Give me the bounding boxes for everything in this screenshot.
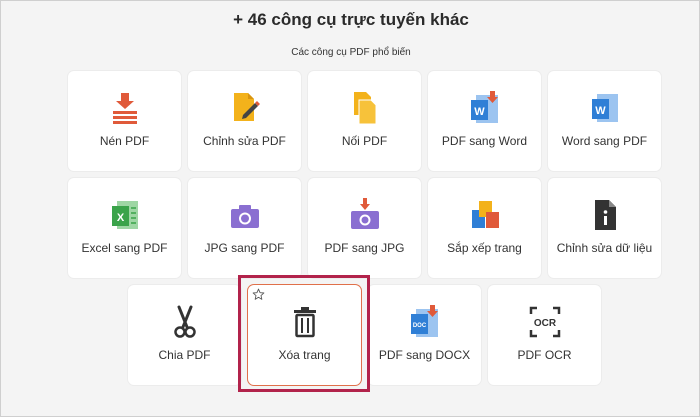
tool-label: PDF sang DOCX	[378, 348, 471, 362]
word-icon: W	[548, 91, 661, 125]
camera-icon	[188, 198, 301, 232]
edit-pdf-icon	[188, 91, 301, 125]
tool-label: Nén PDF	[99, 134, 150, 148]
tool-card-word-to-pdf[interactable]: W Word sang PDF	[548, 71, 661, 171]
tool-card-excel-to-pdf[interactable]: X Excel sang PDF	[68, 178, 181, 278]
svg-text:DOC: DOC	[412, 323, 426, 329]
scissors-icon	[128, 305, 241, 339]
pdf-to-word-icon: W	[428, 91, 541, 125]
tool-card-jpg-to-pdf[interactable]: JPG sang PDF	[188, 178, 301, 278]
tool-label: Excel sang PDF	[81, 241, 168, 255]
tool-label: JPG sang PDF	[204, 241, 285, 255]
svg-text:W: W	[595, 105, 606, 117]
tool-label: PDF OCR	[517, 348, 572, 362]
pdf-to-docx-icon: DOC	[368, 305, 481, 339]
svg-text:X: X	[116, 212, 124, 224]
tool-card-merge[interactable]: Nối PDF	[308, 71, 421, 171]
tool-card-edit-metadata[interactable]: Chỉnh sửa dữ liệu	[548, 178, 661, 278]
tool-label: Chỉnh sửa dữ liệu	[556, 241, 653, 255]
highlight-frame	[238, 275, 370, 392]
excel-icon: X	[68, 198, 181, 232]
tool-label: Chia PDF	[158, 348, 211, 362]
ocr-icon: OCR	[488, 305, 601, 339]
tool-card-pdf-to-word[interactable]: W PDF sang Word	[428, 71, 541, 171]
tool-card-pdf-to-jpg[interactable]: PDF sang JPG	[308, 178, 421, 278]
section-subtitle: Các công cụ PDF phổ biến	[291, 47, 411, 58]
tool-label: Nối PDF	[341, 134, 388, 148]
tool-label: Sắp xếp trang	[447, 241, 522, 255]
page-title: + 46 công cụ trực tuyến khác	[233, 10, 469, 29]
tool-card-split-pdf[interactable]: Chia PDF	[128, 285, 241, 385]
tool-card-organize-pages[interactable]: Sắp xếp trang	[428, 178, 541, 278]
svg-text:OCR: OCR	[533, 318, 556, 329]
tool-card-compress[interactable]: Nén PDF	[68, 71, 181, 171]
camera-download-icon	[308, 198, 421, 232]
tool-label: Word sang PDF	[561, 134, 648, 148]
compress-icon	[68, 91, 181, 125]
info-document-icon	[548, 198, 661, 232]
tool-card-edit-pdf[interactable]: Chỉnh sửa PDF	[188, 71, 301, 171]
tool-card-pdf-to-docx[interactable]: DOC PDF sang DOCX	[368, 285, 481, 385]
tool-label: Chỉnh sửa PDF	[203, 134, 286, 148]
merge-icon	[308, 91, 421, 125]
tool-card-pdf-ocr[interactable]: OCR PDF OCR	[488, 285, 601, 385]
tool-label: PDF sang JPG	[324, 241, 405, 255]
organize-pages-icon	[428, 198, 541, 232]
tool-label: PDF sang Word	[441, 134, 528, 148]
svg-text:W: W	[474, 106, 485, 118]
